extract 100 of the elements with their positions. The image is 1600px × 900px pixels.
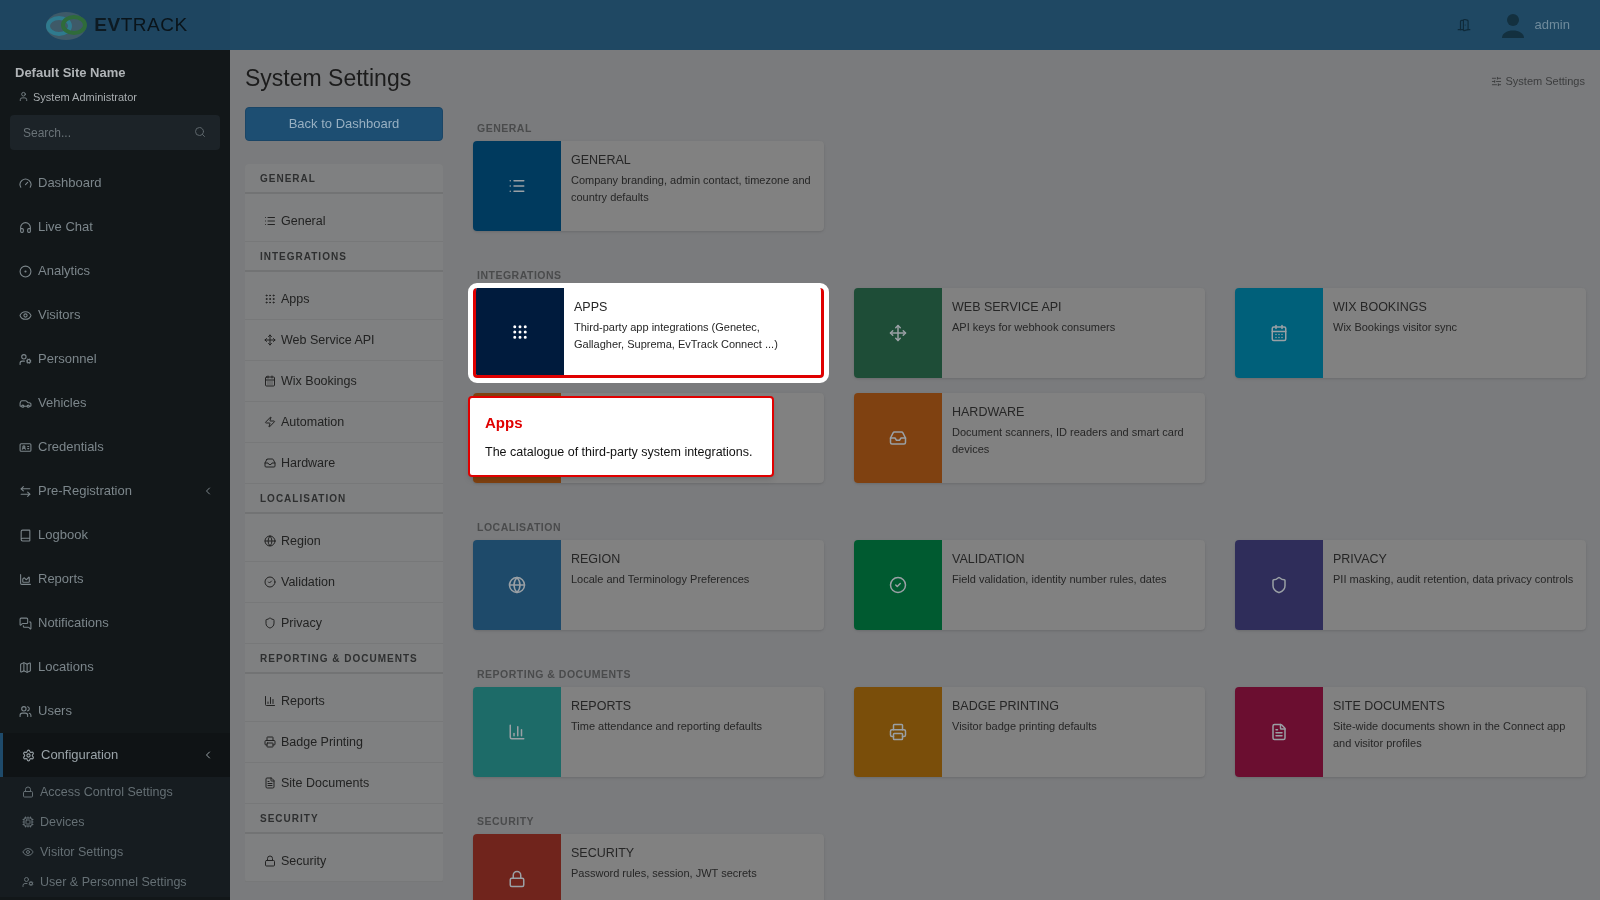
map-icon <box>19 660 32 674</box>
grid-icon <box>511 322 529 341</box>
settings-card[interactable]: SITE DOCUMENTS Site-wide documents shown in the Connect app and visitor profiles <box>1235 687 1586 777</box>
settings-card[interactable]: REGION Locale and Terminology Preferences <box>473 540 824 630</box>
settings-card[interactable]: SECURITY Password rules, session, JWT secrets <box>473 834 824 900</box>
area-chart-icon <box>19 572 32 586</box>
move-arrows-icon <box>264 334 276 346</box>
nav-item[interactable]: Reports <box>0 557 230 601</box>
user-name[interactable]: admin <box>1534 15 1570 35</box>
settings-card[interactable]: PRIVACY PII masking, audit retention, data privacy controls <box>1235 540 1586 630</box>
eye-icon <box>22 846 34 858</box>
submenu-item[interactable]: User & Personnel Settings <box>0 867 230 897</box>
card-title: PRIVACY <box>1333 551 1388 568</box>
nav-item[interactable]: Dashboard <box>0 161 230 205</box>
chip-icon <box>22 816 34 828</box>
nav-group-heading: INTEGRATIONS <box>260 249 347 264</box>
calendar-icon <box>1270 324 1288 342</box>
logo-text: EVTRACK <box>94 12 188 37</box>
settings-nav-item[interactable]: Badge Printing <box>245 722 443 763</box>
nav-group-heading: LOCALISATION <box>260 491 347 506</box>
card-title: VALIDATION <box>952 551 1026 568</box>
globe-icon <box>508 576 526 594</box>
settings-nav-item[interactable]: Security <box>245 841 443 882</box>
card-title: BADGE PRINTING <box>952 698 1060 715</box>
nav-item[interactable]: Notifications <box>0 601 230 645</box>
nav-item[interactable]: Live Chat <box>0 205 230 249</box>
nav-item[interactable]: Credentials <box>0 425 230 469</box>
user-icon <box>18 91 29 103</box>
submenu-item[interactable]: Access Control Settings <box>0 777 230 807</box>
settings-nav-item[interactable]: Automation <box>245 402 443 443</box>
nav-item[interactable]: Visitors <box>0 293 230 337</box>
settings-card[interactable]: WIX BOOKINGS Wix Bookings visitor sync <box>1235 288 1586 378</box>
card-description: Visitor badge printing defaults <box>952 718 1097 734</box>
settings-nav-item[interactable]: Web Service API <box>245 320 443 361</box>
card-title: REPORTS <box>571 698 633 715</box>
user-role: System Administrator <box>33 89 137 105</box>
card-description: Wix Bookings visitor sync <box>1333 319 1458 335</box>
card-description: Locale and Terminology Preferences <box>571 571 750 587</box>
settings-card[interactable]: VALIDATION Field validation, identity number rules, dates <box>854 540 1205 630</box>
avatar-icon <box>1500 12 1525 38</box>
back-to-dashboard-button[interactable]: Back to Dashboard <box>245 107 443 141</box>
nav-item[interactable]: Personnel <box>0 337 230 381</box>
settings-nav-item[interactable]: Validation <box>245 562 443 603</box>
nav-item[interactable]: Users <box>0 689 230 733</box>
card-description: Site-wide documents shown in the Connect app and visitor profiles <box>1333 718 1567 751</box>
search-field[interactable]: Search... <box>10 115 220 150</box>
nav-group-heading: SECURITY <box>260 811 319 826</box>
nav-item[interactable]: Pre-Registration <box>0 469 230 513</box>
check-circle-icon <box>889 576 907 594</box>
door-icon[interactable] <box>1456 18 1471 32</box>
grid-icon <box>264 293 276 305</box>
card-title: APPS <box>574 299 609 316</box>
nav-item[interactable]: Configuration <box>0 733 230 777</box>
messages-icon <box>19 616 32 630</box>
book-icon <box>19 528 32 542</box>
card-description: Password rules, session, JWT secrets <box>571 865 757 881</box>
card-description: API keys for webhook consumers <box>952 319 1116 335</box>
lock-icon <box>264 855 276 867</box>
gauge-icon <box>19 176 32 190</box>
settings-nav-item[interactable]: Hardware <box>245 443 443 484</box>
settings-nav-item[interactable]: Site Documents <box>245 763 443 804</box>
list-icon <box>264 215 276 227</box>
submenu-item[interactable]: Visitor Settings <box>0 837 230 867</box>
submenu-item[interactable]: Devices <box>0 807 230 837</box>
printer-icon <box>889 723 907 741</box>
lock-icon <box>508 870 526 888</box>
shield-icon <box>264 617 276 629</box>
settings-nav-item[interactable]: Apps <box>245 279 443 320</box>
check-circle-icon <box>264 576 276 588</box>
nav-item[interactable]: Logbook <box>0 513 230 557</box>
settings-card[interactable]: REPORTS Time attendance and reporting defaults <box>473 687 824 777</box>
bar-chart-icon <box>264 695 276 707</box>
bar-chart-icon <box>508 723 526 741</box>
card-description: Third-party app integrations (Genetec, Gallagher, Suprema, EvTrack Connect ...) <box>574 319 779 352</box>
settings-card[interactable]: WEB SERVICE API API keys for webhook consumers <box>854 288 1205 378</box>
target-icon <box>19 264 32 278</box>
settings-card[interactable]: HARDWARE Document scanners, ID readers and smart card devices <box>854 393 1205 483</box>
settings-card[interactable]: BADGE PRINTING Visitor badge printing defaults <box>854 687 1205 777</box>
card-title: SITE DOCUMENTS <box>1333 698 1446 715</box>
card-title: WIX BOOKINGS <box>1333 299 1428 316</box>
nav-item[interactable]: Locations <box>0 645 230 689</box>
user-gear-icon <box>22 876 34 888</box>
card-title: SECURITY <box>571 845 636 862</box>
settings-nav-item[interactable]: General <box>245 201 443 242</box>
settings-icon <box>22 748 35 762</box>
settings-nav-item[interactable]: Reports <box>245 681 443 722</box>
settings-nav-item[interactable]: Privacy <box>245 603 443 644</box>
move-arrows-icon <box>889 324 907 342</box>
card-description: Time attendance and reporting defaults <box>571 718 762 734</box>
settings-nav-item[interactable]: Wix Bookings <box>245 361 443 402</box>
list-icon <box>508 177 526 195</box>
shield-icon <box>1270 576 1288 594</box>
nav-item[interactable]: Vehicles <box>0 381 230 425</box>
globe-icon <box>264 535 276 547</box>
settings-card[interactable]: GENERAL Company branding, admin contact, timezone and country defaults <box>473 141 824 231</box>
card-title: HARDWARE <box>952 404 1026 421</box>
settings-nav-item[interactable]: Region <box>245 521 443 562</box>
nav-item[interactable]: Analytics <box>0 249 230 293</box>
id-card-icon <box>19 440 32 454</box>
arrows-icon <box>19 484 32 498</box>
